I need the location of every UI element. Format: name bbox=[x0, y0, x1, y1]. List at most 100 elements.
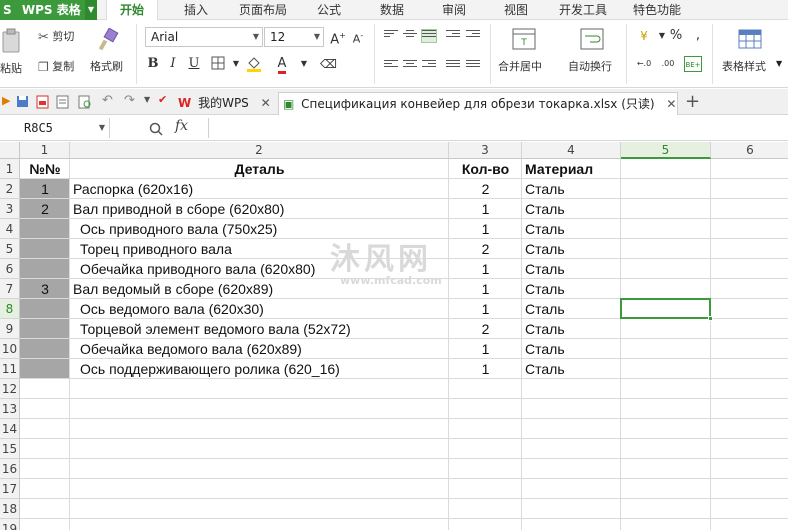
table-cell-material[interactable]: Сталь bbox=[522, 299, 565, 319]
fill-color-button[interactable] bbox=[246, 56, 262, 72]
comma-style-button[interactable]: , bbox=[690, 28, 706, 44]
table-cell-part[interactable]: Ось ведомого вала (620х30) bbox=[70, 299, 264, 319]
tab-data[interactable]: 数据 bbox=[368, 0, 416, 20]
chevron-down-icon[interactable]: ▼ bbox=[228, 56, 244, 72]
fx-icon[interactable]: fx bbox=[175, 118, 188, 134]
row-header[interactable]: 9 bbox=[0, 319, 20, 339]
tab-home[interactable]: 开始 bbox=[106, 0, 158, 21]
italic-button[interactable]: I bbox=[165, 56, 181, 72]
table-cell-number[interactable] bbox=[20, 339, 70, 359]
table-cell-qty[interactable]: 1 bbox=[449, 279, 522, 299]
row-header[interactable]: 12 bbox=[0, 379, 20, 399]
table-cell-material[interactable]: Сталь bbox=[522, 259, 565, 279]
undo-icon[interactable]: ↶ bbox=[102, 93, 113, 108]
borders-button[interactable] bbox=[210, 56, 226, 72]
column-header[interactable]: 6 bbox=[711, 142, 788, 159]
column-header[interactable]: 1 bbox=[20, 142, 70, 159]
table-cell-number[interactable] bbox=[20, 319, 70, 339]
table-cell-material[interactable]: Сталь bbox=[522, 219, 565, 239]
table-cell-qty[interactable]: 1 bbox=[449, 219, 522, 239]
column-header[interactable]: 3 bbox=[449, 142, 522, 159]
folder-icon[interactable]: ▶ bbox=[2, 94, 10, 107]
table-cell-qty[interactable]: 1 bbox=[449, 259, 522, 279]
tab-special-features[interactable]: 特色功能 bbox=[626, 0, 688, 20]
table-cell-number[interactable] bbox=[20, 299, 70, 319]
align-right-icon[interactable] bbox=[422, 60, 436, 72]
row-header[interactable]: 16 bbox=[0, 459, 20, 479]
align-bottom-icon[interactable] bbox=[421, 29, 437, 43]
table-style-button[interactable]: 表格样式 ▼ bbox=[718, 26, 786, 78]
close-icon[interactable]: ✕ bbox=[261, 96, 271, 110]
table-cell-number[interactable]: 1 bbox=[20, 179, 70, 199]
align-middle-icon[interactable] bbox=[403, 30, 417, 42]
pin-icon[interactable]: ✔ bbox=[158, 93, 167, 106]
decrease-decimal-button[interactable]: .00 bbox=[660, 56, 676, 72]
row-header[interactable]: 6 bbox=[0, 259, 20, 279]
table-cell-material[interactable]: Сталь bbox=[522, 199, 565, 219]
row-header[interactable]: 17 bbox=[0, 479, 20, 499]
formula-input[interactable] bbox=[208, 118, 786, 138]
table-cell-material[interactable]: Сталь bbox=[522, 319, 565, 339]
table-cell-part[interactable]: Вал приводной в сборе (620х80) bbox=[70, 199, 284, 219]
redo-icon[interactable]: ↷ bbox=[124, 93, 135, 108]
table-cell-qty[interactable]: 1 bbox=[449, 339, 522, 359]
align-top-icon[interactable] bbox=[384, 30, 398, 42]
table-cell-part[interactable]: Вал ведомый в сборе (620х89) bbox=[70, 279, 273, 299]
table-cell-material[interactable]: Сталь bbox=[522, 239, 565, 259]
align-center-icon[interactable] bbox=[403, 60, 417, 72]
print-icon[interactable] bbox=[56, 95, 69, 109]
table-cell-qty[interactable]: 2 bbox=[449, 179, 522, 199]
column-header[interactable]: 4 bbox=[522, 142, 621, 159]
table-cell-qty[interactable]: 1 bbox=[449, 359, 522, 379]
column-header[interactable]: 2 bbox=[70, 142, 449, 159]
row-header[interactable]: 19 bbox=[0, 519, 20, 530]
decrease-indent-icon[interactable] bbox=[446, 30, 460, 42]
table-cell-material[interactable]: Сталь bbox=[522, 279, 565, 299]
table-cell-material[interactable]: Сталь bbox=[522, 179, 565, 199]
tab-developer[interactable]: 开发工具 bbox=[552, 0, 614, 20]
increase-decimal-button[interactable]: ←.0 bbox=[636, 56, 652, 72]
row-header[interactable]: 8 bbox=[0, 299, 20, 319]
increase-font-button[interactable]: A+ bbox=[330, 28, 346, 47]
table-cell-qty[interactable]: 2 bbox=[449, 319, 522, 339]
chevron-down-icon[interactable]: ▼ bbox=[144, 95, 150, 104]
row-header[interactable]: 4 bbox=[0, 219, 20, 239]
bold-button[interactable]: B bbox=[145, 56, 161, 72]
row-header[interactable]: 15 bbox=[0, 439, 20, 459]
table-cell-part[interactable]: Ось поддерживающего ролика (620_16) bbox=[70, 359, 340, 379]
align-left-icon[interactable] bbox=[384, 60, 398, 72]
row-header[interactable]: 13 bbox=[0, 399, 20, 419]
chevron-down-icon[interactable]: ▼ bbox=[296, 56, 312, 72]
clear-format-button[interactable]: ⌫ bbox=[320, 56, 337, 72]
new-tab-icon[interactable]: + bbox=[685, 91, 700, 112]
table-cell-number[interactable] bbox=[20, 239, 70, 259]
font-name-select[interactable]: Arial ▼ bbox=[145, 27, 263, 47]
table-cell-number[interactable] bbox=[20, 359, 70, 379]
active-cell-selection[interactable] bbox=[620, 298, 713, 321]
column-header[interactable]: 5 bbox=[621, 142, 711, 159]
cut-button[interactable]: ✂ 剪切 bbox=[38, 28, 74, 45]
table-cell-part[interactable]: Торцевой элемент ведомого вала (52х72) bbox=[70, 319, 351, 339]
number-format-button[interactable]: BE+ bbox=[684, 56, 702, 72]
row-header[interactable]: 7 bbox=[0, 279, 20, 299]
tab-spreadsheet-document[interactable]: ▣ Спецификация конвейер для обрези токар… bbox=[278, 92, 678, 115]
row-header[interactable]: 11 bbox=[0, 359, 20, 379]
font-size-select[interactable]: 12 ▼ bbox=[264, 27, 324, 47]
table-cell-material[interactable]: Сталь bbox=[522, 339, 565, 359]
tab-formulas[interactable]: 公式 bbox=[307, 0, 351, 20]
format-painter-button[interactable]: 格式刷 bbox=[88, 26, 130, 76]
table-cell-number[interactable] bbox=[20, 219, 70, 239]
table-cell-part[interactable]: Ось приводного вала (750х25) bbox=[70, 219, 277, 239]
table-cell-number[interactable]: 2 bbox=[20, 199, 70, 219]
copy-button[interactable]: ❐ 复制 bbox=[38, 58, 74, 74]
select-all-corner[interactable] bbox=[0, 142, 20, 159]
row-header[interactable]: 10 bbox=[0, 339, 20, 359]
table-cell-part[interactable]: Обечайка приводного вала (620х80) bbox=[70, 259, 315, 279]
pdf-icon[interactable] bbox=[36, 95, 49, 109]
row-header[interactable]: 1 bbox=[0, 159, 20, 179]
table-cell-number[interactable] bbox=[20, 259, 70, 279]
decrease-font-button[interactable]: A- bbox=[350, 28, 366, 46]
tab-review[interactable]: 审阅 bbox=[432, 0, 476, 20]
font-color-button[interactable]: A bbox=[274, 56, 290, 74]
wrap-text-button[interactable]: 自动换行 bbox=[564, 26, 620, 78]
